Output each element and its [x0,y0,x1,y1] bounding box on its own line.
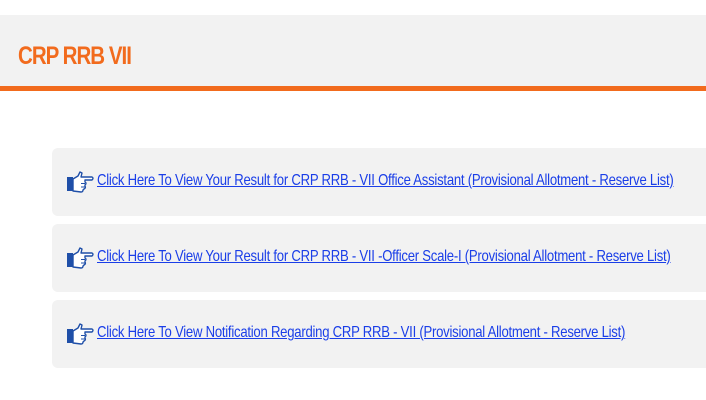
officer-scale-result-link[interactable]: Click Here To View Your Result for CRP R… [97,248,671,266]
pointing-hand-icon [67,171,94,193]
link-list: Click Here To View Your Result for CRP R… [52,148,706,376]
link-item-office-assistant-result: Click Here To View Your Result for CRP R… [52,148,706,216]
office-assistant-result-link[interactable]: Click Here To View Your Result for CRP R… [97,172,674,190]
notification-link[interactable]: Click Here To View Notification Regardin… [97,324,625,342]
link-item-notification: Click Here To View Notification Regardin… [52,300,706,368]
page: CRP RRB VII Click Here To View Your Resu… [0,0,706,400]
pointing-hand-icon [67,247,94,269]
page-title: CRP RRB VII [18,42,132,70]
pointing-hand-icon [67,323,94,345]
header-bar: CRP RRB VII [0,15,706,91]
link-item-officer-scale-result: Click Here To View Your Result for CRP R… [52,224,706,292]
